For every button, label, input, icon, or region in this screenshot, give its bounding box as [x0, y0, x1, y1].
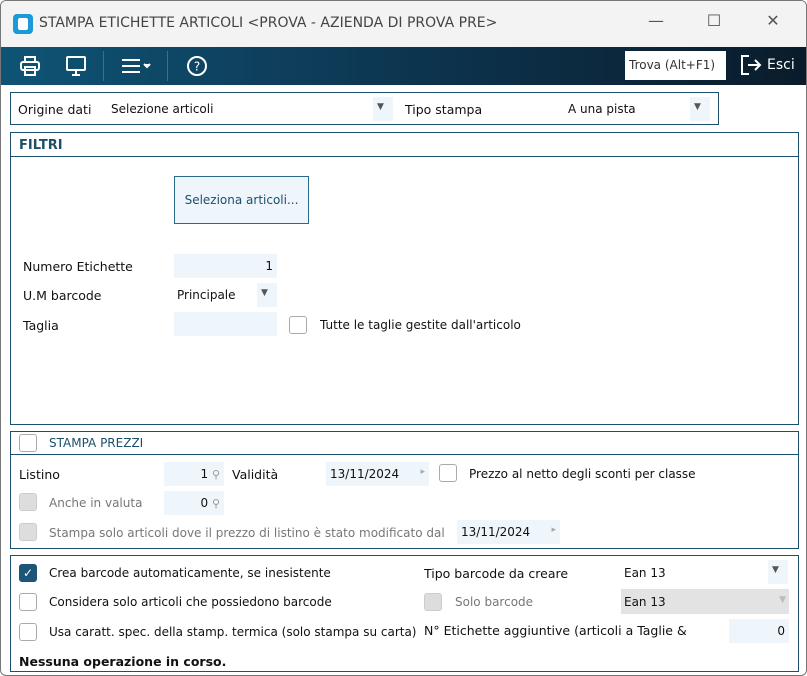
etichette-aggiuntive-input[interactable]: 0	[729, 619, 789, 643]
tipo-barcode-dropdown-arrow-icon[interactable]: ▼	[768, 560, 788, 584]
chevron-right-icon[interactable]: ▸	[420, 467, 425, 477]
tipo-barcode-select[interactable]: Ean 13	[624, 566, 666, 580]
listino-input[interactable]: 1 ⚲	[164, 462, 224, 486]
exit-icon	[741, 55, 762, 75]
um-barcode-label: U.M barcode	[23, 288, 102, 303]
anche-valuta-label: Anche in valuta	[49, 496, 143, 510]
origine-dropdown-arrow-icon[interactable]: ▼	[373, 97, 393, 121]
tutte-taglie-checkbox[interactable]	[289, 316, 307, 334]
solo-barcode-label: Solo barcode	[455, 595, 534, 609]
crea-barcode-label: Crea barcode automaticamente, se inesist…	[49, 566, 331, 580]
tipo-barcode-label: Tipo barcode da creare	[424, 566, 569, 581]
valuta-input[interactable]: 0 ⚲	[164, 491, 224, 515]
um-barcode-select[interactable]: Principale	[177, 288, 236, 302]
etichette-aggiuntive-label: N° Etichette aggiuntive (articoli a Tagl…	[424, 623, 687, 638]
solo-barcode-checkbox[interactable]	[424, 593, 442, 611]
window: STAMPA ETICHETTE ARTICOLI <PROVA - AZIEN…	[0, 0, 807, 676]
search-icon[interactable]: ⚲	[212, 468, 220, 481]
listino-value: 1	[200, 467, 209, 481]
origine-label: Origine dati	[18, 102, 92, 117]
prezzo-netto-checkbox[interactable]	[439, 464, 457, 482]
monitor-icon[interactable]	[62, 53, 90, 79]
minimize-button[interactable]: —	[641, 11, 671, 30]
validita-value: 13/11/2024	[330, 467, 400, 481]
stampa-prezzi-checkbox[interactable]	[19, 434, 37, 452]
usa-termica-label: Usa caratt. spec. della stamp. termica (…	[49, 625, 417, 639]
svg-text:?: ?	[194, 60, 200, 74]
search-icon[interactable]: ⚲	[212, 497, 220, 510]
modificato-checkbox[interactable]	[19, 523, 37, 541]
close-button[interactable]: ✕	[758, 11, 788, 30]
filtri-panel	[10, 132, 799, 425]
um-dropdown-arrow-icon[interactable]: ▼	[257, 283, 277, 307]
exit-label: Esci	[767, 57, 795, 73]
chevron-right-icon[interactable]: ▸	[551, 525, 556, 535]
stampa-prezzi-title: STAMPA PREZZI	[49, 436, 144, 450]
tipo-stampa-select[interactable]: A una pista	[568, 102, 636, 116]
listino-label: Listino	[19, 467, 60, 482]
modificato-value: 13/11/2024	[461, 525, 531, 539]
divider	[11, 454, 798, 455]
maximize-button[interactable]: ☐	[699, 11, 729, 30]
modificato-label: Stampa solo articoli dove il prezzo di l…	[49, 526, 445, 540]
usa-termica-checkbox[interactable]	[19, 623, 37, 641]
considera-barcode-label: Considera solo articoli che possiedono b…	[49, 595, 332, 609]
help-icon[interactable]: ?	[183, 53, 211, 79]
printer-icon[interactable]	[16, 53, 44, 79]
origine-select[interactable]: Selezione articoli	[111, 102, 213, 116]
tipo-stampa-label: Tipo stampa	[405, 102, 483, 117]
divider	[11, 156, 798, 157]
validita-input[interactable]: 13/11/2024 ▸	[326, 462, 429, 486]
validita-label: Validità	[232, 467, 279, 482]
crea-barcode-checkbox[interactable]: ✓	[19, 564, 37, 582]
toolbar-separator	[103, 51, 104, 81]
seleziona-articoli-button[interactable]: Seleziona articoli...	[174, 176, 309, 224]
tutte-taglie-label: Tutte le taglie gestite dall'articolo	[320, 318, 521, 332]
app-logo-icon	[13, 14, 33, 34]
toolbar-separator	[167, 51, 168, 81]
anche-valuta-checkbox[interactable]	[19, 493, 37, 511]
chevron-down-icon: ▼	[779, 595, 786, 605]
status-text: Nessuna operazione in corso.	[19, 654, 227, 669]
menu-icon[interactable]	[119, 53, 155, 79]
valuta-value: 0	[200, 496, 209, 510]
numero-etichette-label: Numero Etichette	[23, 259, 133, 274]
taglia-input[interactable]	[174, 312, 277, 336]
tipo-stampa-dropdown-arrow-icon[interactable]: ▼	[690, 97, 710, 121]
considera-barcode-checkbox[interactable]	[19, 593, 37, 611]
numero-etichette-input[interactable]: 1	[174, 254, 277, 278]
filtri-title: FILTRI	[19, 138, 63, 153]
taglia-label: Taglia	[23, 318, 59, 333]
modificato-date-input[interactable]: 13/11/2024 ▸	[457, 520, 560, 544]
prezzo-netto-label: Prezzo al netto degli sconti per classe	[469, 467, 696, 481]
exit-button[interactable]: Esci	[739, 53, 795, 77]
window-title: STAMPA ETICHETTE ARTICOLI <PROVA - AZIEN…	[39, 15, 498, 31]
find-input[interactable]: Trova (Alt+F1)	[625, 51, 726, 80]
solo-barcode-select[interactable]: Ean 13 ▼	[621, 589, 789, 614]
solo-barcode-value: Ean 13	[624, 595, 666, 609]
